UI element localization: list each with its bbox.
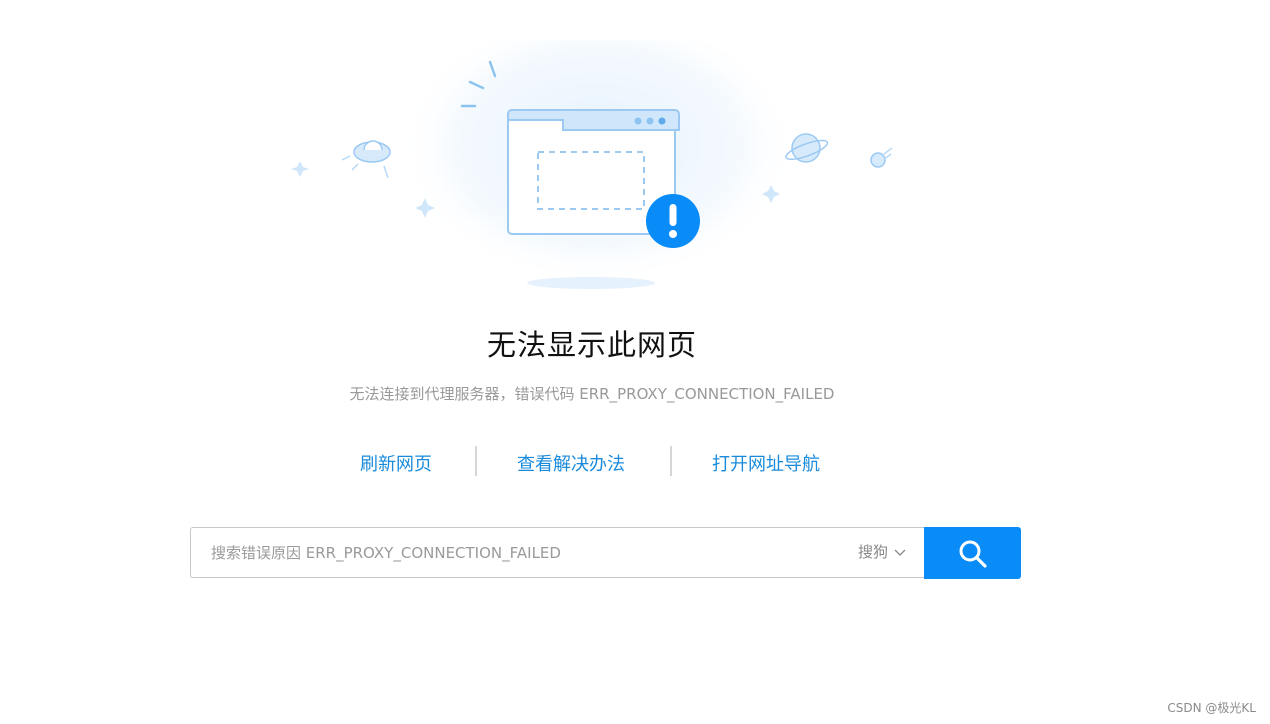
watermark: CSDN @极光KL <box>1167 701 1256 715</box>
divider <box>475 446 477 476</box>
refresh-page-link[interactable]: 刷新网页 <box>360 450 432 476</box>
search-input[interactable] <box>191 528 821 577</box>
comet-icon <box>870 147 893 168</box>
divider <box>670 446 672 476</box>
chevron-down-icon <box>894 549 906 556</box>
ufo-icon <box>341 140 391 179</box>
page-title: 无法显示此网页 <box>486 328 697 362</box>
error-page: 无法显示此网页 无法连接到代理服务器，错误代码 ERR_PROXY_CONNEC… <box>0 0 1270 724</box>
search-bar: 搜狗 <box>190 527 924 578</box>
search-icon <box>959 540 987 568</box>
search-engine-select[interactable]: 搜狗 <box>858 528 906 577</box>
error-illustration <box>291 40 893 300</box>
star-icon <box>291 161 309 177</box>
action-links: 刷新网页 查看解决办法 打开网址导航 <box>0 446 1184 478</box>
search-engine-label: 搜狗 <box>857 543 888 561</box>
open-navigation-link[interactable]: 打开网址导航 <box>712 450 820 476</box>
warning-icon <box>646 194 700 248</box>
search-button[interactable] <box>924 527 1021 579</box>
shadow <box>527 277 655 289</box>
view-solutions-link[interactable]: 查看解决办法 <box>517 450 625 476</box>
error-message: 无法连接到代理服务器，错误代码 ERR_PROXY_CONNECTION_FAI… <box>349 385 835 403</box>
